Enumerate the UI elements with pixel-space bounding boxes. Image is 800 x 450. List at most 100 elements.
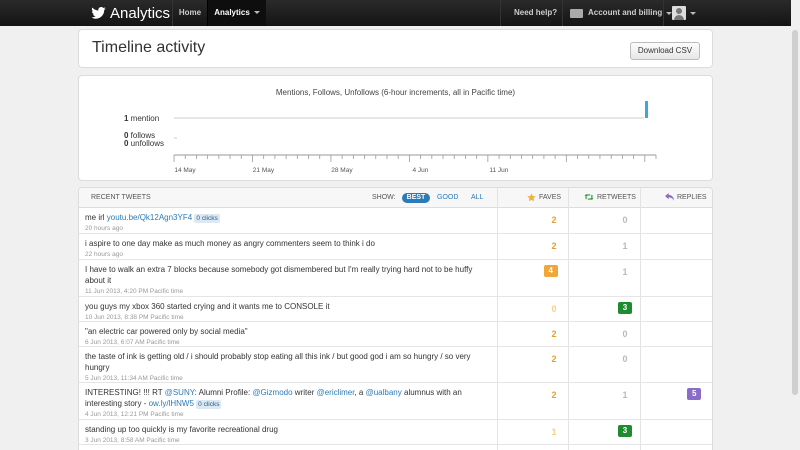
timeline-chart-card: Mentions, Follows, Unfollows (6-hour inc… xyxy=(78,75,713,181)
tweet-body: "an electric car powered only by social … xyxy=(85,327,248,336)
briefcase-icon xyxy=(570,8,583,18)
faves-badge: 4 xyxy=(543,265,558,277)
retweets-column-header[interactable]: RETWEETS xyxy=(584,188,636,208)
table-row[interactable]: "an electric car powered only by social … xyxy=(79,322,712,347)
tweet-text: I have to walk an extra 7 blocks because… xyxy=(85,264,489,296)
tweet-link[interactable]: ow.ly/lHNW5 xyxy=(149,399,194,408)
retweets-count: 1 xyxy=(622,241,628,251)
replies-column-header[interactable]: REPLIES xyxy=(665,188,707,208)
replies-count: 5 xyxy=(687,388,711,400)
filter-good-button[interactable]: GOOD xyxy=(437,188,458,208)
faves-column-header[interactable]: FAVES xyxy=(527,188,561,208)
mention-link[interactable]: @Gizmodo xyxy=(252,388,292,397)
filter-best-button[interactable]: BEST xyxy=(402,193,430,203)
show-filter-label: SHOW: xyxy=(372,194,396,201)
mention-link[interactable]: @ualbany xyxy=(366,388,402,397)
tweet-timestamp[interactable]: 3 Jun 2013, 8:58 AM Pacific time xyxy=(85,436,489,445)
tweet-text: INTERESTING! !!! RT @SUNY: Alumni Profil… xyxy=(85,387,489,419)
nav-divider xyxy=(663,0,664,26)
timeline-chart: 1 mention0 follows0 unfollows14 May 21 Ma… xyxy=(124,101,657,174)
faves-count: 2 xyxy=(551,241,557,251)
tweet-text: "an electric car powered only by social … xyxy=(85,326,489,347)
link-clicks-badge: 0 clicks xyxy=(196,400,222,409)
nav-account-label: Account and billing xyxy=(588,8,663,17)
link-clicks-badge: 0 clicks xyxy=(194,214,220,223)
nav-help-link[interactable]: Need help? xyxy=(514,0,557,26)
retweets-badge: 3 xyxy=(617,425,633,437)
series-label: 0 unfollows xyxy=(124,139,164,148)
table-row[interactable]: standing up too quickly is my favorite r… xyxy=(79,420,712,445)
retweets-count: 0 xyxy=(622,329,628,339)
replies-badge: 5 xyxy=(687,388,702,400)
tweet-timestamp[interactable]: 22 hours ago xyxy=(85,250,489,259)
retweets-count: 0 xyxy=(622,354,628,364)
reply-icon xyxy=(665,193,674,202)
tweet-text: standing up too quickly is my favorite r… xyxy=(85,424,489,445)
table-row[interactable]: INTERESTING! !!! RT @SUNY: Alumni Profil… xyxy=(79,383,712,420)
x-tick-label: 14 May xyxy=(174,167,196,174)
brand-logo[interactable]: Analytics xyxy=(91,3,170,23)
tweet-body: i aspire to one day make as much money a… xyxy=(85,239,375,248)
mention-link[interactable]: @SUNY xyxy=(165,388,195,397)
nav-divider xyxy=(562,0,563,26)
tweet-text: i aspire to one day make as much money a… xyxy=(85,238,489,259)
replies-label: REPLIES xyxy=(677,194,707,201)
tweet-timestamp[interactable]: 6 Jun 2013, 6:07 AM Pacific time xyxy=(85,338,489,347)
series-label: 1 mention xyxy=(124,114,159,123)
x-tick-label: 21 May xyxy=(253,167,275,174)
tweet-body: : Alumni Profile: xyxy=(194,388,253,397)
tweet-text: you guys my xbox 360 started crying and … xyxy=(85,301,489,322)
chevron-down-icon xyxy=(253,11,260,15)
table-row[interactable]: the taste of ink is getting old / i shou… xyxy=(79,347,712,383)
tweet-body: , a xyxy=(354,388,366,397)
nav-analytics-label: Analytics xyxy=(214,8,250,17)
table-row[interactable]: I have to walk an extra 7 blocks because… xyxy=(79,260,712,297)
retweets-count: 1 xyxy=(622,390,628,400)
tweet-body: writer xyxy=(292,388,317,397)
mention-link[interactable]: @ericlimer xyxy=(317,388,355,397)
retweets-count: 3 xyxy=(610,425,640,437)
filter-all-button[interactable]: ALL xyxy=(471,188,483,208)
retweets-badge: 3 xyxy=(617,302,633,314)
nav-analytics-menu[interactable]: Analytics xyxy=(208,0,266,26)
nav-user-menu[interactable] xyxy=(672,0,696,26)
nav-home-link[interactable]: Home xyxy=(172,0,208,26)
x-tick-label: 28 May xyxy=(331,167,353,174)
twitter-bird-icon xyxy=(91,7,106,19)
page-scrollbar[interactable] xyxy=(791,0,800,450)
mentions-spike-bar xyxy=(645,101,648,118)
download-csv-button[interactable]: Download CSV xyxy=(630,42,700,60)
table-row[interactable]: me irl youtu.be/Qk12Agn3YF4 0 clicks 20 h… xyxy=(79,208,712,234)
faves-count: 4 xyxy=(534,265,558,277)
tweet-timestamp[interactable]: 20 hours ago xyxy=(85,224,489,233)
tweet-body: I have to walk an extra 7 blocks because… xyxy=(85,265,473,285)
x-tick-label: 4 Jun xyxy=(412,167,428,174)
scrollbar-thumb[interactable] xyxy=(792,30,798,395)
tweet-timestamp[interactable]: 10 Jun 2013, 8:38 PM Pacific time xyxy=(85,313,489,322)
faves-count: 1 xyxy=(551,427,557,437)
faves-count: 0 xyxy=(551,304,557,314)
table-header: RECENT TWEETS SHOW: BEST GOOD ALL FAVES … xyxy=(79,188,712,208)
tweet-text: the taste of ink is getting old / i shou… xyxy=(85,351,489,383)
tweet-body: the taste of ink is getting old / i shou… xyxy=(85,352,471,372)
faves-count: 2 xyxy=(551,329,557,339)
tweet-timestamp[interactable]: 5 Jun 2013, 11:34 AM Pacific time xyxy=(85,374,489,383)
retweet-icon xyxy=(584,194,594,201)
tweet-timestamp[interactable]: 4 Jun 2013, 12:21 PM Pacific time xyxy=(85,410,489,419)
tweet-body: INTERESTING! !!! RT xyxy=(85,388,165,397)
page-header-card: Timeline activity Download CSV xyxy=(78,29,713,68)
tweet-body: standing up too quickly is my favorite r… xyxy=(85,425,278,434)
table-row[interactable]: you guys my xbox 360 started crying and … xyxy=(79,297,712,322)
tweet-text: me irl youtu.be/Qk12Agn3YF4 0 clicks 20 h… xyxy=(85,212,489,233)
table-row[interactable]: i aspire to one day make as much money a… xyxy=(79,234,712,260)
tweet-link[interactable]: youtu.be/Qk12Agn3YF4 xyxy=(107,213,192,222)
nav-divider xyxy=(500,0,501,26)
tweet-timestamp[interactable]: 11 Jun 2013, 4:20 PM Pacific time xyxy=(85,287,489,296)
nav-account-menu[interactable]: Account and billing xyxy=(570,0,673,26)
tweet-body: me irl xyxy=(85,213,107,222)
retweets-count: 1 xyxy=(622,267,628,277)
brand-name: Analytics xyxy=(110,4,171,22)
chevron-down-icon xyxy=(690,11,696,15)
retweets-label: RETWEETS xyxy=(597,194,636,201)
faves-count: 2 xyxy=(551,354,557,364)
